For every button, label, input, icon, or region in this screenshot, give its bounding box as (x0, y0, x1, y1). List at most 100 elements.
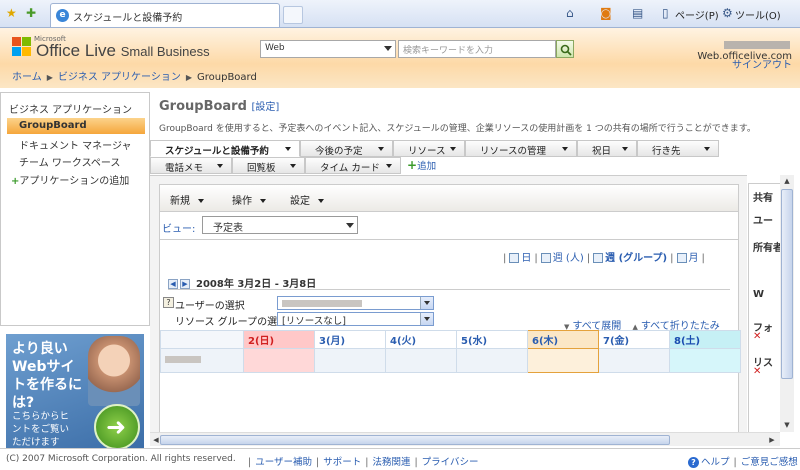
site-logo[interactable]: Office Live Small Business (36, 41, 210, 61)
chevron-down-icon (386, 164, 392, 168)
tab-holidays[interactable]: 祝日 (577, 140, 637, 157)
day-header-thursday[interactable]: 6(木) (527, 330, 599, 349)
day-cell[interactable] (669, 348, 741, 373)
woman-photo (88, 336, 140, 406)
promo-body: こちらからヒントをご覧いただけます (12, 411, 70, 448)
print-icon[interactable]: ▤ (632, 6, 643, 20)
help-link[interactable]: ヘルプ (701, 457, 730, 468)
vertical-scrollbar[interactable]: ▲ ▼ (780, 175, 794, 432)
chevron-down-icon (378, 147, 384, 151)
search-button[interactable] (556, 40, 574, 58)
day-cell[interactable] (598, 348, 670, 373)
tab-resources[interactable]: リソース (393, 140, 465, 157)
breadcrumb-home[interactable]: ホーム (12, 72, 42, 83)
user-select-label: ユーザーの選択 (175, 301, 245, 312)
sidebar-item-add-application[interactable]: +アプリケーションの追加 (7, 170, 145, 187)
tab-label: 電話メモ (165, 163, 204, 174)
right-panel: 共有 ユー 所有者 W フォ ✕ リス ✕ (748, 183, 780, 433)
promo-banner[interactable]: より良いWebサイトを作るには? こちらからヒントをご覧いただけます ➜ (6, 334, 144, 448)
feeds-icon[interactable]: ◙ (600, 6, 612, 20)
calendar-toolbar: 新規 操作 設定 (159, 184, 739, 212)
footer-link-accessibility[interactable]: ユーザー補助 (255, 457, 312, 468)
sidebar-item-document-manager[interactable]: ドキュメント マネージャ (7, 135, 145, 152)
day-header-tuesday[interactable]: 4(火) (385, 330, 457, 349)
resource-group-select[interactable]: [リソースなし] (277, 312, 434, 327)
day-cell[interactable] (456, 348, 528, 373)
user-panel-item[interactable]: ユー (753, 212, 773, 227)
week-person-view-link[interactable]: 週 (人) (553, 253, 584, 264)
day-header-monday[interactable]: 3(月) (314, 330, 386, 349)
redacted-text (282, 300, 362, 307)
day-header-sunday[interactable]: 2(日) (243, 330, 315, 349)
home-icon[interactable]: ⌂ (566, 6, 574, 20)
settings-menu-label: 設定 (290, 196, 310, 207)
chevron-down-icon (562, 147, 568, 151)
day-header-friday[interactable]: 7(金) (598, 330, 670, 349)
logo-office-live: Office Live (36, 41, 117, 60)
tab-phone-memo[interactable]: 電話メモ (150, 157, 232, 174)
prev-week-button[interactable]: ◀ (168, 279, 178, 289)
new-menu[interactable]: 新規 (170, 192, 204, 207)
footer-link-support[interactable]: サポート (323, 457, 361, 468)
vertical-scroll-thumb[interactable] (781, 189, 793, 379)
tab-whereabouts[interactable]: 行き先 (637, 140, 719, 157)
week-group-view-link[interactable]: 週 (グループ) (605, 253, 667, 264)
signout-link[interactable]: サインアウト (660, 56, 792, 71)
add-favorites-icon[interactable]: ✚ (26, 6, 36, 20)
copyright: (C) 2007 Microsoft Corporation. All righ… (6, 454, 236, 464)
chevron-down-icon (420, 297, 433, 309)
add-tab-link[interactable]: +追加 (407, 158, 436, 172)
page-menu[interactable]: ページ(P) (675, 7, 719, 22)
next-week-button[interactable]: ▶ (180, 279, 190, 289)
scroll-up-icon[interactable]: ▲ (781, 175, 793, 187)
scroll-down-icon[interactable]: ▼ (781, 419, 793, 431)
tab-resource-management[interactable]: リソースの管理 (465, 140, 577, 157)
day-cell[interactable] (527, 348, 599, 373)
calendar-corner-cell (160, 330, 244, 349)
footer-link-legal[interactable]: 法務関連 (372, 457, 410, 468)
search-input[interactable]: 検索キーワードを入力 (398, 40, 556, 58)
page-icon[interactable]: ▯ (662, 6, 669, 20)
view-select[interactable]: 予定表 (202, 216, 358, 234)
office-logo-icon (12, 37, 32, 57)
settings-link[interactable]: [設定] (251, 102, 279, 113)
day-cell[interactable] (314, 348, 386, 373)
day-cell[interactable] (385, 348, 457, 373)
page-description: GroupBoard を使用すると、予定表へのイベント記入、スケジュールの管理、… (159, 124, 756, 134)
tab-time-card[interactable]: タイム カード (305, 157, 401, 174)
day-view-link[interactable]: 日 (521, 253, 531, 264)
day-header-saturday[interactable]: 8(土) (669, 330, 741, 349)
tab-upcoming[interactable]: 今後の予定 (300, 140, 393, 157)
actions-menu-label: 操作 (232, 196, 252, 207)
browser-tab[interactable]: e スケジュールと設備予約 (50, 3, 280, 27)
actions-menu[interactable]: 操作 (232, 192, 266, 207)
tab-schedule[interactable]: スケジュールと設備予約 (150, 140, 300, 157)
feedback-link[interactable]: ご意見ご感想 (741, 457, 798, 468)
month-view-link[interactable]: 月 (689, 253, 699, 264)
redacted-text (724, 41, 790, 49)
horizontal-scroll-thumb[interactable] (160, 435, 670, 445)
shared-panel-item[interactable]: 共有 (753, 189, 773, 204)
settings-menu[interactable]: 設定 (290, 192, 324, 207)
day-header-wednesday[interactable]: 5(水) (456, 330, 528, 349)
tools-gear-icon[interactable]: ⚙ (722, 6, 733, 20)
scroll-right-icon[interactable]: ▶ (766, 434, 778, 446)
tab-label: 今後の予定 (315, 146, 363, 157)
new-tab-button[interactable] (283, 6, 303, 24)
tab-circular[interactable]: 回覧板 (232, 157, 305, 174)
sidebar-item-team-workspace[interactable]: チーム ワークスペース (7, 152, 145, 169)
search-scope-select[interactable]: Web (260, 40, 396, 58)
footer-link-privacy[interactable]: プライバシー (422, 457, 479, 468)
view-select-value: 予定表 (213, 223, 243, 234)
day-cell[interactable] (243, 348, 315, 373)
chevron-down-icon (346, 223, 354, 228)
ie-page-icon: e (56, 9, 69, 22)
sidebar-item-groupboard[interactable]: GroupBoard (7, 118, 145, 134)
favorites-star-icon[interactable]: ★ (6, 6, 17, 20)
user-select[interactable] (277, 296, 434, 310)
tools-menu[interactable]: ツール(O) (735, 7, 781, 22)
breadcrumb-apps[interactable]: ビジネス アプリケーション (58, 72, 181, 83)
horizontal-scrollbar[interactable]: ◀ ▶ (150, 432, 780, 446)
chevron-down-icon (285, 147, 291, 151)
w-panel-item[interactable]: W (753, 289, 764, 300)
